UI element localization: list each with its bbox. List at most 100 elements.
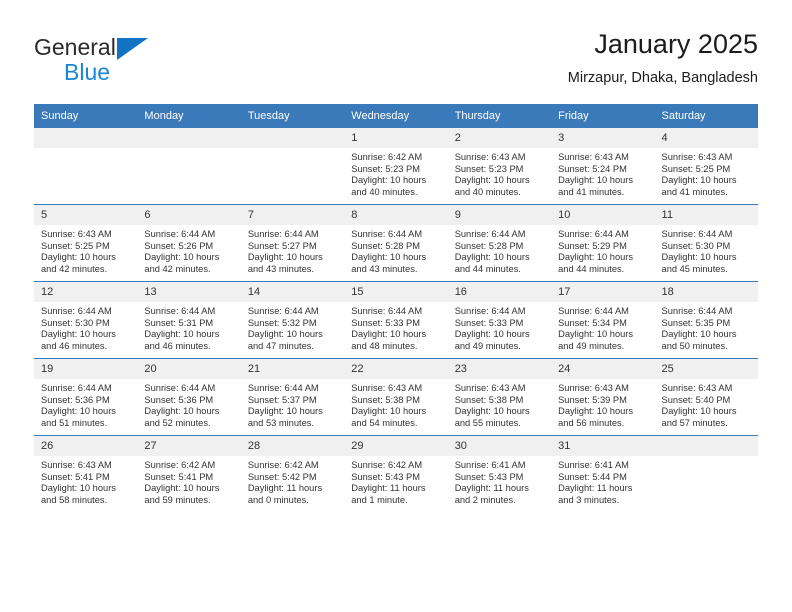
sunrise-text: Sunrise: 6:42 AM [247,460,319,470]
daylight-text-line1: Daylight: 11 hours [351,483,426,494]
daylight-text-line1: Daylight: 10 hours [351,406,427,417]
calendar-day-cell[interactable]: 16 Sunrise: 6:44 AM Sunset: 5:33 PM Dayligh… [447,281,552,359]
calendar-day-cell[interactable]: 13 Sunrise: 6:44 AM Sunset: 5:31 PM Dayligh… [137,281,241,359]
calendar-day-cell[interactable]: 10 Sunrise: 6:44 AM Sunset: 5:29 PM Dayligh… [551,204,655,282]
calendar-day-cell[interactable]: 28 Sunrise: 6:42 AM Sunset: 5:42 PM Dayligh… [240,435,345,512]
daylight-text-line1: Daylight: 10 hours [41,483,116,494]
daylight-text-line1: Daylight: 10 hours [661,329,737,340]
calendar-day-cell[interactable]: 20 Sunrise: 6:44 AM Sunset: 5:36 PM Dayligh… [137,358,241,436]
sunset-text: Sunset: 5:33 PM [454,317,524,328]
calendar-day-cell[interactable]: 27 Sunrise: 6:42 AM Sunset: 5:41 PM Dayligh… [137,435,241,512]
calendar-day-cell[interactable]: 11 Sunrise: 6:44 AM Sunset: 5:30 PM Dayligh… [654,204,758,282]
day-number: 20 [137,359,241,379]
sunset-text: Sunset: 5:30 PM [41,317,110,328]
daylight-text-line2: and 57 minutes. [661,417,728,428]
sunset-text: Sunset: 5:38 PM [351,394,420,405]
daylight-text-line1: Daylight: 10 hours [351,175,427,186]
calendar-page: General Blue January 2025 Mirzapur, Dhak… [0,0,792,612]
day-details: Sunrise: 6:44 AM Sunset: 5:30 PM Daylight:… [34,302,137,352]
sunset-text: Sunset: 5:33 PM [351,317,420,328]
daylight-text-line2: and 44 minutes. [558,263,625,274]
sunrise-text: Sunrise: 6:44 AM [41,383,112,393]
daylight-text-line1: Daylight: 10 hours [661,175,737,186]
calendar-day-cell[interactable]: 26 Sunrise: 6:43 AM Sunset: 5:41 PM Dayligh… [34,435,138,512]
sunrise-text: Sunrise: 6:43 AM [661,383,733,393]
sunrise-text: Sunrise: 6:44 AM [558,306,629,316]
page-title: January 2025 [594,29,758,59]
day-number: 29 [344,436,448,456]
daylight-text-line1: Daylight: 10 hours [247,329,323,340]
calendar-day-cell[interactable]: 17 Sunrise: 6:44 AM Sunset: 5:34 PM Dayligh… [551,281,655,359]
day-number: 8 [344,205,448,225]
calendar-day-cell[interactable]: 15 Sunrise: 6:44 AM Sunset: 5:33 PM Dayligh… [344,281,448,359]
day-number: 25 [654,359,758,379]
weekday-header-friday: Friday [551,104,655,128]
sunrise-text: Sunrise: 6:42 AM [351,460,423,470]
daylight-text-line2: and 0 minutes. [247,494,309,505]
calendar-day-cell[interactable]: 4 Sunrise: 6:43 AM Sunset: 5:25 PM Daylight… [654,128,758,205]
daylight-text-line2: and 41 minutes. [661,186,728,197]
calendar-empty-cell [654,435,758,512]
day-details: Sunrise: 6:43 AM Sunset: 5:41 PM Daylight:… [34,456,137,506]
calendar-day-cell[interactable]: 2 Sunrise: 6:43 AM Sunset: 5:23 PM Daylight… [447,128,552,205]
calendar-day-cell[interactable]: 21 Sunrise: 6:44 AM Sunset: 5:37 PM Dayligh… [240,358,345,436]
calendar-day-cell[interactable]: 31 Sunrise: 6:41 AM Sunset: 5:44 PM Dayligh… [551,435,655,512]
calendar-day-cell[interactable]: 7 Sunrise: 6:44 AM Sunset: 5:27 PM Daylight… [240,204,345,282]
sunrise-text: Sunrise: 6:41 AM [454,460,526,470]
title-block: January 2025 Mirzapur, Dhaka, Bangladesh [568,28,758,88]
daylight-text-line1: Daylight: 10 hours [41,329,116,340]
daylight-text-line1: Daylight: 10 hours [41,252,116,263]
brand-row-top: General [34,36,274,60]
calendar-day-cell[interactable]: 24 Sunrise: 6:43 AM Sunset: 5:39 PM Dayligh… [551,358,655,436]
day-details: Sunrise: 6:44 AM Sunset: 5:36 PM Daylight:… [137,379,240,429]
calendar-week-row: 19 Sunrise: 6:44 AM Sunset: 5:36 PM Dayligh… [34,358,758,436]
sunset-text: Sunset: 5:44 PM [558,471,627,482]
calendar-day-cell[interactable]: 23 Sunrise: 6:43 AM Sunset: 5:38 PM Dayligh… [447,358,552,436]
calendar-day-cell[interactable]: 8 Sunrise: 6:44 AM Sunset: 5:28 PM Daylight… [344,204,448,282]
sunrise-text: Sunrise: 6:44 AM [351,229,423,239]
calendar-week-row: 12 Sunrise: 6:44 AM Sunset: 5:30 PM Dayligh… [34,281,758,359]
sunrise-text: Sunrise: 6:43 AM [661,152,733,162]
daylight-text-line2: and 40 minutes. [351,186,418,197]
calendar-day-cell[interactable]: 6 Sunrise: 6:44 AM Sunset: 5:26 PM Daylight… [137,204,241,282]
calendar-day-cell[interactable]: 29 Sunrise: 6:42 AM Sunset: 5:43 PM Dayligh… [344,435,448,512]
day-details: Sunrise: 6:44 AM Sunset: 5:29 PM Daylight:… [551,225,654,275]
daylight-text-line1: Daylight: 10 hours [144,252,220,263]
calendar-day-cell[interactable]: 5 Sunrise: 6:43 AM Sunset: 5:25 PM Daylight… [34,204,138,282]
daylight-text-line1: Daylight: 10 hours [661,252,737,263]
sunset-text: Sunset: 5:29 PM [558,240,627,251]
sunrise-text: Sunrise: 6:42 AM [351,152,423,162]
daylight-text-line2: and 47 minutes. [247,340,314,351]
calendar-day-cell[interactable]: 14 Sunrise: 6:44 AM Sunset: 5:32 PM Dayligh… [240,281,345,359]
calendar-day-cell[interactable]: 12 Sunrise: 6:44 AM Sunset: 5:30 PM Dayligh… [34,281,138,359]
calendar-day-cell[interactable]: 22 Sunrise: 6:43 AM Sunset: 5:38 PM Dayligh… [344,358,448,436]
calendar-day-cell[interactable]: 19 Sunrise: 6:44 AM Sunset: 5:36 PM Dayligh… [34,358,138,436]
sunrise-text: Sunrise: 6:41 AM [558,460,629,470]
sunset-text: Sunset: 5:31 PM [144,317,214,328]
brand-triangle-icon [116,38,148,60]
calendar-week-row: 1 Sunrise: 6:42 AM Sunset: 5:23 PM Daylight… [34,128,758,205]
calendar-body: 1 Sunrise: 6:42 AM Sunset: 5:23 PM Daylight… [34,128,758,512]
day-number: 23 [447,359,552,379]
brand-logo: General Blue [34,36,274,98]
sunrise-text: Sunrise: 6:44 AM [558,229,629,239]
day-details: Sunrise: 6:44 AM Sunset: 5:27 PM Daylight:… [241,225,344,275]
calendar-day-cell[interactable]: 25 Sunrise: 6:43 AM Sunset: 5:40 PM Dayligh… [654,358,758,436]
sunrise-text: Sunrise: 6:43 AM [41,229,112,239]
day-details: Sunrise: 6:43 AM Sunset: 5:38 PM Daylight:… [344,379,447,429]
sunrise-text: Sunrise: 6:44 AM [454,306,526,316]
calendar-day-cell[interactable]: 30 Sunrise: 6:41 AM Sunset: 5:43 PM Dayligh… [447,435,552,512]
calendar-empty-cell [240,128,345,205]
day-details: Sunrise: 6:44 AM Sunset: 5:35 PM Daylight:… [655,302,758,352]
calendar-day-cell[interactable]: 18 Sunrise: 6:44 AM Sunset: 5:35 PM Dayligh… [654,281,758,359]
calendar-day-cell[interactable]: 1 Sunrise: 6:42 AM Sunset: 5:23 PM Daylight… [344,128,448,205]
calendar-day-cell[interactable]: 9 Sunrise: 6:44 AM Sunset: 5:28 PM Daylight… [447,204,552,282]
daylight-text-line1: Daylight: 10 hours [558,252,634,263]
calendar-day-cell[interactable]: 3 Sunrise: 6:43 AM Sunset: 5:24 PM Daylight… [551,128,655,205]
daylight-text-line2: and 48 minutes. [351,340,418,351]
daylight-text-line2: and 49 minutes. [558,340,625,351]
day-number: 12 [34,282,138,302]
day-details: Sunrise: 6:44 AM Sunset: 5:36 PM Daylight:… [34,379,137,429]
sunset-text: Sunset: 5:26 PM [144,240,214,251]
day-number [240,128,345,148]
